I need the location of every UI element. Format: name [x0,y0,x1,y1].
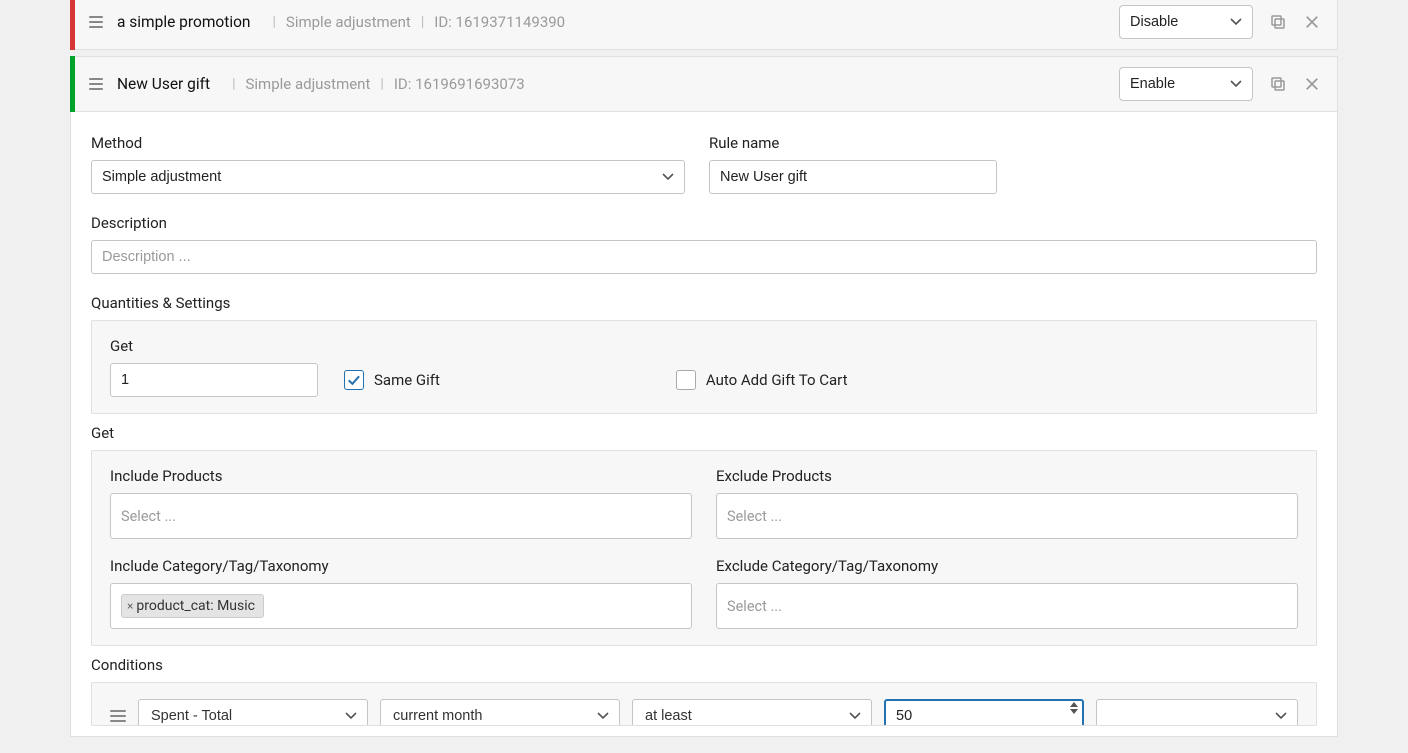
condition-period-select[interactable]: current month [380,699,620,726]
condition-value-wrapper [884,699,1084,726]
copy-icon[interactable] [1269,13,1287,31]
get-heading: Get [91,424,1317,442]
separator: | [273,14,276,30]
status-select[interactable]: Enable [1119,67,1253,101]
same-gift-label: Same Gift [374,371,440,389]
condition-metric-select[interactable]: Spent - Total [138,699,368,726]
checkbox-icon [676,370,696,390]
description-input[interactable] [91,240,1317,274]
category-tag[interactable]: × product_cat: Music [121,594,264,618]
close-icon[interactable] [1303,75,1321,93]
rule-method-short: Simple adjustment [246,75,371,93]
include-category-label: Include Category/Tag/Taxonomy [110,557,692,575]
auto-add-checkbox[interactable]: Auto Add Gift To Cart [676,370,848,390]
get-label: Get [110,337,318,355]
rule-header-2[interactable]: New User gift | Simple adjustment | ID: … [70,56,1338,112]
rule-title: New User gift [117,75,210,93]
tag-remove-icon[interactable]: × [127,599,133,613]
method-select[interactable]: Simple adjustment [91,160,685,194]
exclude-category-label: Exclude Category/Tag/Taxonomy [716,557,1298,575]
include-products-select[interactable]: Select ... [110,493,692,539]
separator: | [380,76,383,92]
checkbox-icon [344,370,364,390]
exclude-products-select[interactable]: Select ... [716,493,1298,539]
drag-handle-icon[interactable] [87,78,103,90]
separator: | [232,76,235,92]
conditions-panel: Spent - Total current month at least [91,682,1317,726]
same-gift-checkbox[interactable]: Same Gift [344,370,440,390]
rule-header-1[interactable]: a simple promotion | Simple adjustment |… [70,0,1338,50]
auto-add-label: Auto Add Gift To Cart [706,371,848,389]
exclude-category-select[interactable]: Select ... [716,583,1298,629]
description-label: Description [91,214,1317,232]
rule-body: Method Simple adjustment Rule name Descr… [70,112,1338,737]
quantities-settings-heading: Quantities & Settings [91,294,1317,312]
status-select[interactable]: Disable [1119,5,1253,39]
status-stripe [70,0,75,50]
spinner-down-icon[interactable] [1070,709,1078,714]
quantities-settings-panel: Get Same Gift Auto Add Gift To Cart [91,320,1317,414]
get-quantity-input[interactable] [110,363,318,397]
number-spinner[interactable] [1070,702,1078,714]
drag-handle-icon[interactable] [87,16,103,28]
exclude-products-label: Exclude Products [716,467,1298,485]
close-icon[interactable] [1303,13,1321,31]
rule-id: ID: 1619371149390 [434,13,565,31]
condition-value-input[interactable] [884,699,1084,726]
separator: | [421,14,424,30]
condition-extra-select[interactable] [1096,699,1298,726]
spinner-up-icon[interactable] [1070,702,1078,707]
rule-method-short: Simple adjustment [286,13,411,31]
method-label: Method [91,134,685,152]
status-stripe [70,56,75,112]
copy-icon[interactable] [1269,75,1287,93]
include-category-select[interactable]: × product_cat: Music [110,583,692,629]
rule-name-input[interactable] [709,160,997,194]
rule-title: a simple promotion [117,13,251,31]
drag-handle-icon[interactable] [110,710,126,722]
rule-id: ID: 1619691693073 [394,75,525,93]
conditions-heading: Conditions [91,656,1317,674]
include-products-label: Include Products [110,467,692,485]
get-products-panel: Include Products Select ... Exclude Prod… [91,450,1317,646]
condition-comparator-select[interactable]: at least [632,699,872,726]
rule-name-label: Rule name [709,134,997,152]
